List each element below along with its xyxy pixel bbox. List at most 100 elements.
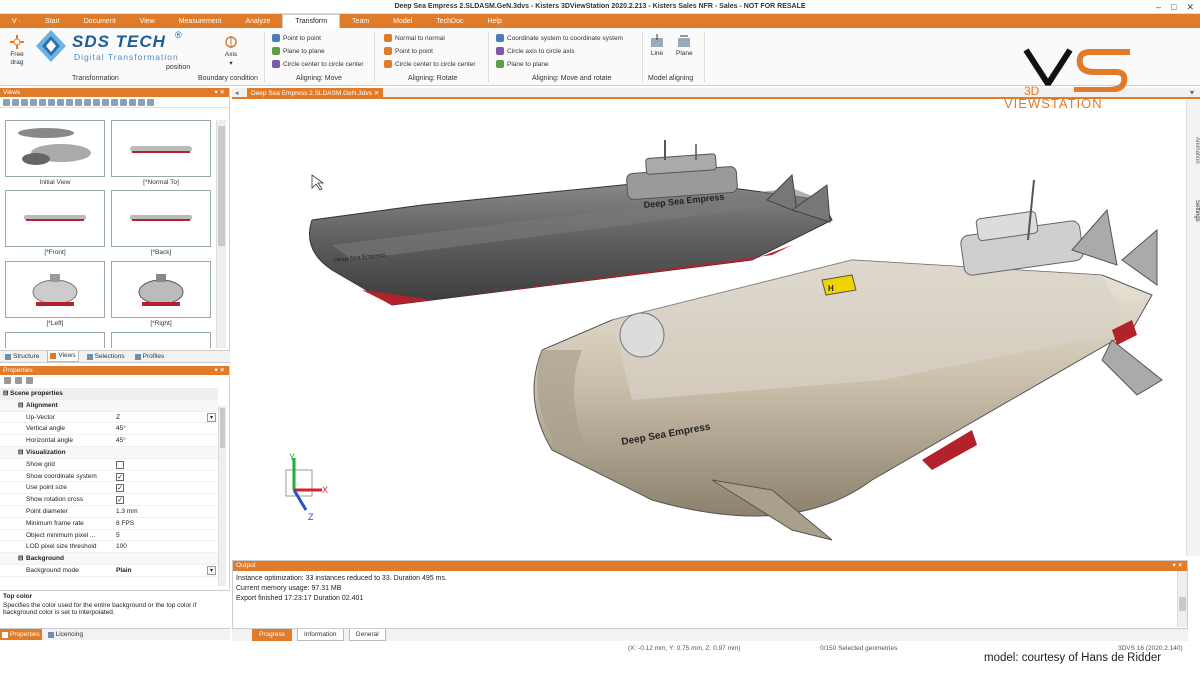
tab-techdoc[interactable]: TechDoc: [424, 16, 475, 28]
property-row[interactable]: Point diameter 1.3 mm: [0, 506, 218, 518]
toolbar-icon[interactable]: [147, 99, 154, 106]
property-row[interactable]: LOD pixel size threshold 100: [0, 541, 218, 554]
document-tab[interactable]: Deep Sea Empress 2.SLDASM.GeN.3dvs ✕: [247, 88, 384, 99]
close-button[interactable]: ✕: [1186, 0, 1194, 14]
property-row[interactable]: Up-Vector Z ▾: [0, 412, 218, 424]
side-tab-animation[interactable]: Animation: [1188, 120, 1200, 180]
view-thumbnail-partial[interactable]: [5, 332, 105, 348]
properties-scrollbar[interactable]: [218, 406, 226, 586]
view-thumbnail-normal-to[interactable]: [111, 120, 211, 177]
output-scrollbar[interactable]: [1177, 571, 1187, 627]
views-scrollbar[interactable]: [216, 120, 226, 348]
side-tab-settings[interactable]: Settings: [1188, 186, 1200, 236]
tab-document[interactable]: Document: [72, 16, 128, 28]
toolbar-icon[interactable]: [12, 99, 19, 106]
toolbar-icon[interactable]: [21, 99, 28, 106]
property-row[interactable]: Show rotation cross ✓: [0, 494, 218, 506]
property-checkbox[interactable]: ✓: [116, 472, 124, 481]
collapse-icon[interactable]: ⊟: [18, 447, 23, 459]
tab-views[interactable]: Views: [47, 351, 79, 362]
ribbon-separator: [642, 32, 643, 82]
property-row[interactable]: Use point size ✓: [0, 482, 218, 495]
coord-to-coord-button[interactable]: Coordinate system to coordinate system: [496, 34, 623, 42]
view-thumbnail-front[interactable]: [5, 190, 105, 247]
view-thumbnail-initial[interactable]: [5, 120, 105, 177]
tab-information[interactable]: Information: [297, 629, 344, 641]
collapse-icon[interactable]: ⊟: [3, 388, 8, 400]
property-row[interactable]: Vertical angle 45°: [0, 423, 218, 436]
expand-icon[interactable]: [26, 377, 33, 384]
tab-transform[interactable]: Transform: [282, 14, 341, 28]
submarine-thumbnail-icon: [18, 128, 91, 165]
property-checkbox[interactable]: ✓: [116, 484, 124, 493]
mr-plane-to-plane-button[interactable]: Plane to plane: [496, 60, 549, 68]
toolbar-icon[interactable]: [138, 99, 145, 106]
3d-viewport[interactable]: Deep Sea Empress Deep Sea Empress H Deep…: [232, 100, 1185, 556]
property-row[interactable]: Background mode Plain ▾: [0, 565, 218, 577]
property-row[interactable]: Minimum frame rate 8 FPS: [0, 518, 218, 530]
toolbar-icon[interactable]: [111, 99, 118, 106]
pin-icon[interactable]: ▾ ✕: [1172, 561, 1183, 570]
app-menu-button[interactable]: V ·: [0, 16, 33, 28]
toolbar-icon[interactable]: [75, 99, 82, 106]
sort-icon[interactable]: [4, 377, 11, 384]
tab-list-icon[interactable]: ◂: [235, 89, 239, 97]
property-row[interactable]: Horizontal angle 45°: [0, 435, 218, 447]
rotate-point-to-point-button[interactable]: Point to point: [384, 47, 433, 55]
tab-general[interactable]: General: [348, 629, 386, 641]
collapse-icon[interactable]: ⊟: [18, 400, 23, 412]
tab-view[interactable]: View: [128, 16, 167, 28]
tab-analyze[interactable]: Analyze: [234, 16, 283, 28]
tab-profiles[interactable]: Profiles: [133, 351, 167, 362]
view-thumbnail-left[interactable]: [5, 261, 105, 318]
minimize-button[interactable]: –: [1156, 0, 1161, 14]
dropdown-button[interactable]: ▾: [207, 412, 216, 422]
toolbar-icon[interactable]: [3, 99, 10, 106]
tab-help[interactable]: Help: [475, 16, 513, 28]
collapse-icon[interactable]: ⊟: [18, 553, 23, 565]
toolbar-icon[interactable]: [120, 99, 127, 106]
toolbar-icon[interactable]: [39, 99, 46, 106]
view-thumbnail-right[interactable]: [111, 261, 211, 318]
maximize-button[interactable]: □: [1171, 0, 1176, 14]
tab-licencing[interactable]: Licencing: [46, 629, 85, 640]
rotate-circle-center-button[interactable]: Circle center to circle center: [384, 60, 476, 68]
tab-selections[interactable]: Selections: [85, 351, 127, 362]
move-circle-center-button[interactable]: Circle center to circle center: [272, 60, 364, 68]
toolbar-icon[interactable]: [102, 99, 109, 106]
free-drag-button[interactable]: Free drag: [8, 34, 26, 66]
toolbar-icon[interactable]: [93, 99, 100, 106]
tab-start[interactable]: Start: [33, 16, 72, 28]
property-row[interactable]: Show grid: [0, 459, 218, 471]
toolbar-icon[interactable]: [30, 99, 37, 106]
property-row[interactable]: Object minimum pixel ... 5: [0, 530, 218, 542]
tab-structure[interactable]: Structure: [3, 351, 41, 362]
rotate-normal-to-normal-button[interactable]: Normal to normal: [384, 34, 445, 42]
toolbar-icon[interactable]: [66, 99, 73, 106]
pin-icon[interactable]: ▾ ✕: [214, 366, 225, 375]
category-icon[interactable]: [15, 377, 22, 384]
tab-progress[interactable]: Progress: [252, 629, 293, 641]
toolbar-icon[interactable]: [57, 99, 64, 106]
tab-properties[interactable]: Properties: [0, 629, 42, 640]
toolbar-icon[interactable]: [84, 99, 91, 106]
property-row[interactable]: Show coordinate system ✓: [0, 471, 218, 483]
move-point-to-point-button[interactable]: Point to point: [272, 34, 321, 42]
model-align-line-button[interactable]: Line: [650, 34, 664, 57]
dropdown-button[interactable]: ▾: [207, 566, 216, 575]
circle-axis-button[interactable]: Circle axis to circle axis: [496, 47, 575, 55]
toolbar-icon[interactable]: [129, 99, 136, 106]
tab-measurement[interactable]: Measurement: [167, 16, 234, 28]
model-align-plane-button[interactable]: Plane: [676, 34, 693, 57]
move-plane-to-plane-button[interactable]: Plane to plane: [272, 47, 325, 55]
toolbar-icon[interactable]: [48, 99, 55, 106]
property-checkbox[interactable]: ✓: [116, 496, 124, 505]
view-thumbnail-partial[interactable]: [111, 332, 211, 348]
tab-menu-icon[interactable]: ▾: [1190, 88, 1194, 97]
view-thumbnail-back[interactable]: [111, 190, 211, 247]
axis-button[interactable]: Axis ▾: [222, 34, 240, 67]
tab-model[interactable]: Model: [381, 16, 424, 28]
tab-team[interactable]: Team: [340, 16, 381, 28]
property-checkbox[interactable]: [116, 460, 124, 469]
pin-icon[interactable]: ▾ ✕: [214, 88, 225, 97]
